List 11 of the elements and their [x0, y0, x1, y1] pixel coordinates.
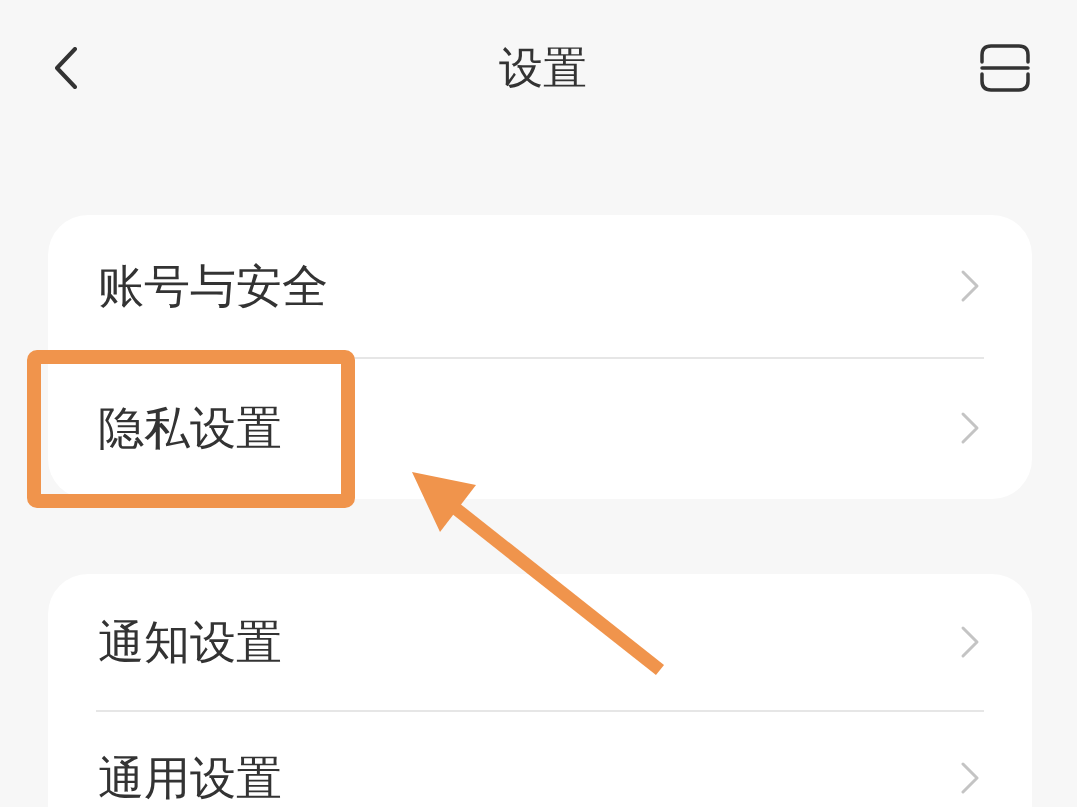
settings-item[interactable]: 通用设置 — [48, 710, 1032, 807]
chevron-right-icon — [960, 269, 980, 303]
chevron-right-icon — [960, 411, 980, 445]
chevron-right-icon — [960, 761, 980, 795]
settings-item[interactable]: 隐私设置 — [48, 357, 1032, 499]
settings-item[interactable]: 账号与安全 — [48, 215, 1032, 357]
chevron-right-icon — [960, 625, 980, 659]
back-icon[interactable] — [55, 47, 77, 89]
page-title: 设置 — [498, 46, 587, 90]
settings-item[interactable]: 通知设置 — [48, 574, 1032, 710]
scan-icon[interactable] — [980, 44, 1030, 92]
